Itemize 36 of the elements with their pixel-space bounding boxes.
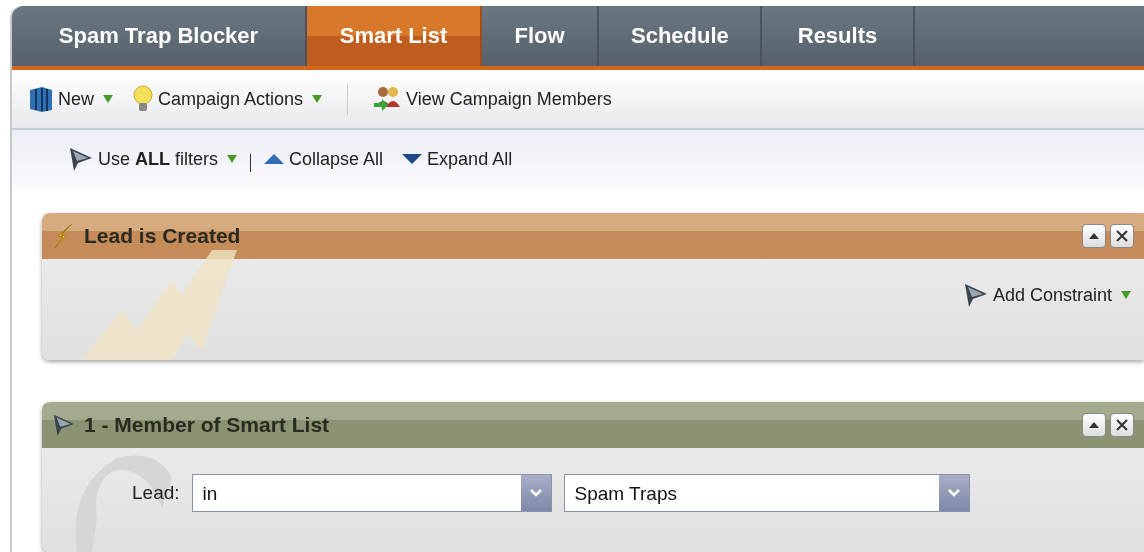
view-campaign-members-button[interactable]: View Campaign Members [372, 85, 612, 113]
up-triangle-icon [1088, 232, 1100, 240]
field-label: Lead: [132, 482, 180, 504]
close-icon [1116, 419, 1128, 431]
book-icon [28, 85, 54, 113]
add-constraint-button[interactable]: Add Constraint [962, 281, 1132, 309]
down-triangle-icon [401, 153, 424, 165]
panel-title: 1 - Member of Smart List [84, 413, 330, 437]
operator-dropdown[interactable]: in [191, 474, 552, 512]
tab[interactable]: Schedule [599, 6, 762, 66]
close-button[interactable] [1110, 413, 1134, 437]
expand-all-button[interactable]: Expand All [401, 148, 513, 170]
collapse-all-button[interactable]: Collapse All [263, 148, 384, 170]
panel-title: Lead is Created [84, 224, 241, 248]
collapse-button[interactable] [1082, 224, 1106, 248]
campaign-actions-button[interactable]: Campaign Actions [132, 84, 324, 114]
people-icon [372, 85, 403, 113]
caret-icon [102, 94, 114, 104]
close-button[interactable] [1110, 224, 1134, 248]
caret-icon [311, 94, 324, 104]
chevron-down-icon [946, 488, 961, 498]
tab[interactable]: Smart List [307, 6, 482, 66]
up-triangle-icon [1088, 421, 1100, 429]
new-button[interactable]: New [28, 85, 114, 113]
tab[interactable]: Flow [482, 6, 599, 66]
tab[interactable]: Spam Trap Blocker [12, 6, 307, 66]
close-icon [1116, 230, 1128, 242]
caret-icon [226, 154, 239, 164]
filter-mode-button[interactable]: Use ALL filters [68, 145, 239, 173]
caret-icon [1120, 290, 1132, 300]
up-triangle-icon [263, 153, 286, 165]
lightbulb-icon [132, 84, 154, 114]
chevron-down-icon [528, 488, 543, 498]
tab[interactable]: Results [762, 6, 915, 66]
value-dropdown[interactable]: Spam Traps [563, 474, 970, 512]
collapse-button[interactable] [1082, 413, 1106, 437]
